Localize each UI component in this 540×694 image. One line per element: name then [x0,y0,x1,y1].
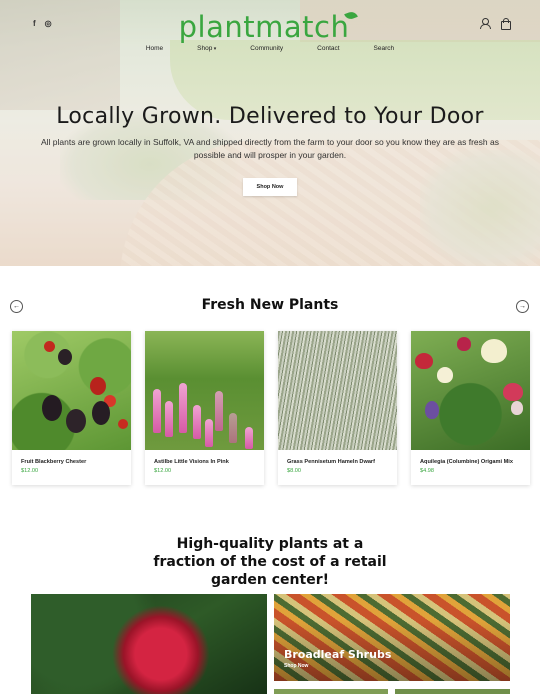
nav-shop[interactable]: Shop [180,45,233,52]
category-tile-small[interactable] [274,689,388,694]
arrow-right-icon[interactable]: → [516,300,529,313]
account-icon[interactable] [480,18,491,29]
nav-contact[interactable]: Contact [300,45,356,52]
fresh-plants-title: Fresh New Plants [201,297,339,313]
site-logo[interactable]: plantmatch [0,10,540,44]
hero-subtitle: All plants are grown locally in Suffolk,… [41,137,499,160]
product-card[interactable]: Fruit Blackberry Chester $12.00 [12,331,131,485]
tile-overlay [274,594,510,681]
product-price: $12.00 [154,468,172,474]
cart-icon[interactable] [500,18,511,30]
logo-text: plantmatch [178,10,350,44]
tile-shop-now-link[interactable]: Shop Now [284,663,308,669]
product-carousel: Fruit Blackberry Chester $12.00 Astilbe … [12,331,532,485]
product-image-grass[interactable] [278,331,397,450]
product-image-aquilegia[interactable] [411,331,530,450]
product-name[interactable]: Astilbe Little Visions In Pink [154,459,229,465]
product-price: $4.98 [420,468,434,474]
main-nav: Home Shop Community Contact Search [0,45,540,52]
hero-title: Locally Grown. Delivered to Your Door [56,104,484,129]
quality-title-text: High-quality plants at a fraction of the… [153,536,387,588]
product-name[interactable]: Grass Pennisetum Hameln Dwarf [287,459,375,465]
product-name[interactable]: Aquilegia (Columbine) Origami Mix [420,459,513,465]
product-card[interactable]: Aquilegia (Columbine) Origami Mix $4.98 [411,331,530,485]
product-image-blackberry[interactable] [12,331,131,450]
product-card[interactable]: Grass Pennisetum Hameln Dwarf $8.00 [278,331,397,485]
quality-title: High-quality plants at a fraction of the… [0,535,540,589]
product-price: $12.00 [21,468,39,474]
category-tile-small[interactable] [395,689,510,694]
product-image-astilbe[interactable] [145,331,264,450]
product-name[interactable]: Fruit Blackberry Chester [21,459,86,465]
hero-shop-now-button[interactable]: Shop Now [243,178,297,196]
nav-home[interactable]: Home [129,45,180,52]
tile-title: Broadleaf Shrubs [284,648,392,661]
product-card[interactable]: Astilbe Little Visions In Pink $12.00 [145,331,264,485]
nav-search[interactable]: Search [357,45,412,52]
nav-community[interactable]: Community [233,45,300,52]
header-actions [480,18,511,30]
category-tile-broadleaf-shrubs[interactable]: Broadleaf Shrubs Shop Now [274,594,510,681]
category-tile-flowers[interactable] [31,594,267,694]
product-price: $8.00 [287,468,301,474]
